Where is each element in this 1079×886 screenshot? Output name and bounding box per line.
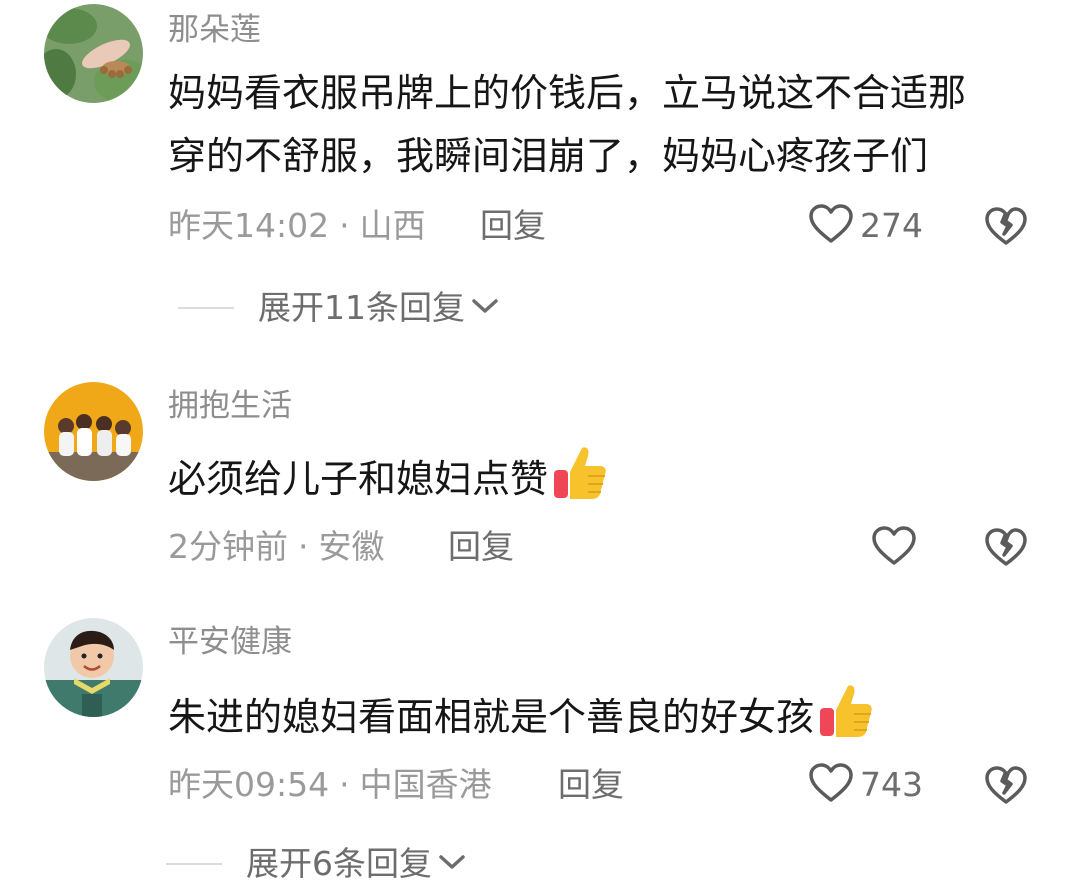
expand-replies-button[interactable]: 展开6条回复 (166, 842, 466, 886)
comment-location: 中国香港 (359, 765, 492, 804)
heart-outline-icon (871, 525, 917, 571)
comment-meta: 昨天09:54 · 中国香港 (168, 763, 492, 807)
dislike-button[interactable] (984, 205, 1028, 249)
reply-button[interactable]: 回复 (558, 763, 624, 807)
heart-outline-icon (808, 203, 854, 249)
comment-text-line: 朱进的媳妇看面相就是个善良的好女孩 (168, 695, 815, 739)
comment-text: 朱进的媳妇看面相就是个善良的好女孩 (168, 680, 1048, 759)
chevron-down-icon (438, 853, 466, 875)
comment-text-line: 妈妈看衣服吊牌上的价钱后，立马说这不合适那 (168, 71, 967, 115)
comment-meta: 昨天14:02 · 山西 (168, 204, 426, 248)
dislike-button[interactable] (984, 526, 1028, 570)
thumbs-up-emoji (550, 442, 610, 521)
comment-time: 昨天09:54 (168, 765, 330, 804)
expand-replies-button[interactable]: 展开11条回复 (178, 286, 499, 330)
comment-text: 妈妈看衣服吊牌上的价钱后，立马说这不合适那 穿的不舒服，我瞬间泪崩了，妈妈心疼孩… (168, 62, 1048, 188)
meta-separator: · (339, 206, 350, 245)
broken-heart-icon (984, 207, 1028, 251)
meta-separator: · (298, 527, 309, 566)
like-button[interactable]: 743 (808, 763, 923, 807)
like-count: 743 (860, 765, 923, 804)
meta-separator: · (339, 765, 350, 804)
expand-replies-label: 展开6条回复 (246, 844, 432, 883)
comment-time: 2分钟前 (168, 527, 288, 566)
chevron-down-icon (471, 297, 499, 319)
comment-location: 安徽 (318, 527, 385, 566)
like-button[interactable]: 274 (808, 204, 923, 248)
broken-heart-icon (984, 766, 1028, 810)
comment-text-line: 必须给儿子和媳妇点赞 (168, 457, 549, 501)
comment-username[interactable]: 那朵莲 (168, 10, 261, 50)
comment-time: 昨天14:02 (168, 206, 330, 245)
heart-outline-icon (808, 762, 854, 808)
comment-meta: 2分钟前 · 安徽 (168, 525, 385, 569)
expand-replies-label: 展开11条回复 (258, 288, 465, 327)
expand-divider (166, 863, 222, 865)
like-count: 274 (860, 206, 923, 245)
avatar[interactable] (44, 618, 143, 717)
comment-text-line: 穿的不舒服，我瞬间泪崩了，妈妈心疼孩子们 (168, 134, 929, 178)
like-button[interactable] (871, 526, 917, 570)
avatar[interactable] (44, 382, 143, 481)
comment-username[interactable]: 拥抱生活 (168, 386, 292, 426)
comment-location: 山西 (359, 206, 426, 245)
reply-button[interactable]: 回复 (448, 525, 514, 569)
broken-heart-icon (984, 528, 1028, 572)
expand-divider (178, 307, 234, 309)
comment-username[interactable]: 平安健康 (168, 622, 292, 662)
thumbs-up-emoji (816, 680, 876, 759)
comment-text: 必须给儿子和媳妇点赞 (168, 442, 1048, 521)
dislike-button[interactable] (984, 764, 1028, 808)
reply-button[interactable]: 回复 (480, 204, 546, 248)
avatar[interactable] (44, 4, 143, 103)
